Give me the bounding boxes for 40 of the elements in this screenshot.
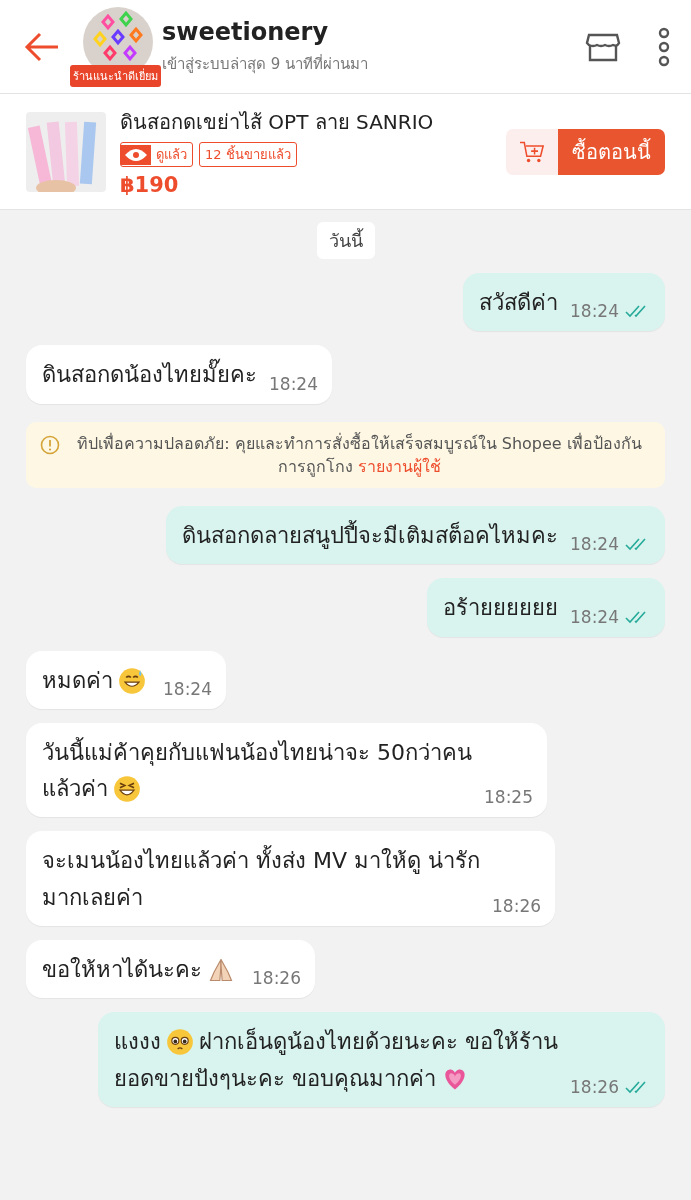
add-to-cart-button[interactable]	[506, 128, 558, 175]
message-text: อร้ายยยยยย	[443, 594, 558, 623]
message-text: ฝากเอ็นดูน้องไทยด้วยนะคะ ขอให้ร้าน	[199, 1026, 558, 1057]
message-text: สวัสดีค่า	[479, 289, 558, 317]
message-text: แงงง	[114, 1028, 161, 1057]
message-text: จะเมนน้องไทยแล้วค่า ทั้งส่ง MV มาให้ดู น่ารัก	[42, 843, 480, 880]
viewed-label: ดูแล้ว	[156, 146, 187, 165]
more-options-icon[interactable]	[657, 26, 671, 67]
buy-now-button[interactable]: ซื้อตอนนี้	[558, 128, 665, 175]
message-time: 18:24	[163, 678, 212, 699]
laughing-emoji-icon	[113, 775, 141, 804]
message-text: ดินสอกดลายสนูปปี้จะมีเติมสต็อคไหมคะ	[182, 519, 558, 551]
date-label: วันนี้	[316, 222, 375, 259]
message-time: 18:24	[269, 373, 318, 394]
message-text: มากเลยค่า	[42, 883, 143, 912]
message-text: แล้วค่า	[42, 775, 108, 804]
message-time: 18:26	[570, 1076, 619, 1097]
message-time: 18:25	[484, 787, 533, 808]
product-price: ฿190	[120, 173, 180, 197]
message-text: ขอให้หาได้นะคะ	[42, 956, 202, 985]
message-time: 18:24	[570, 534, 619, 555]
sweat-smile-emoji-icon	[118, 666, 146, 695]
sold-count-tag: 12 ชิ้นขายแล้ว	[199, 142, 297, 167]
safety-tip-text: ทิปเพื่อความปลอดภัย: คุยและทำการสั่งซื้อให้เสร็จสมบูรณ์ใน Shopee เพื่อป้องกันการถูกโกง รายงานผู้ใช้	[76, 431, 643, 478]
shop-badge: ร้านแนะนำดีเยี่ยม	[70, 64, 161, 87]
report-user-link[interactable]: รายงานผู้ใช้	[358, 456, 442, 476]
message-time: 18:24	[570, 301, 619, 322]
message-text: วันนี้แม่ค้าคุยกับแฟนน้องไทยน่าจะ 50กว่าคน	[42, 736, 472, 768]
last-seen-text: เข้าสู่ระบบล่าสุด 9 นาทีที่ผ่านมา	[162, 53, 370, 76]
product-title: ดินสอกดเขย่าไส้ OPT ลาย SANRIO	[120, 109, 435, 136]
shop-name: sweetionery	[162, 17, 330, 46]
add-to-cart-icon	[519, 139, 545, 164]
message-time: 18:26	[492, 896, 541, 917]
warning-icon	[40, 434, 60, 455]
message-text: หมดค่า	[42, 666, 113, 695]
message-time: 18:24	[570, 606, 619, 627]
message-text: ยอดขายปังๆนะคะ ขอบคุณมากค่า	[114, 1064, 436, 1094]
message-text: ดินสอกดน้องไทยมั๊ยคะ	[42, 357, 257, 394]
pleading-face-icon	[166, 1028, 194, 1057]
message-time: 18:26	[252, 968, 301, 989]
